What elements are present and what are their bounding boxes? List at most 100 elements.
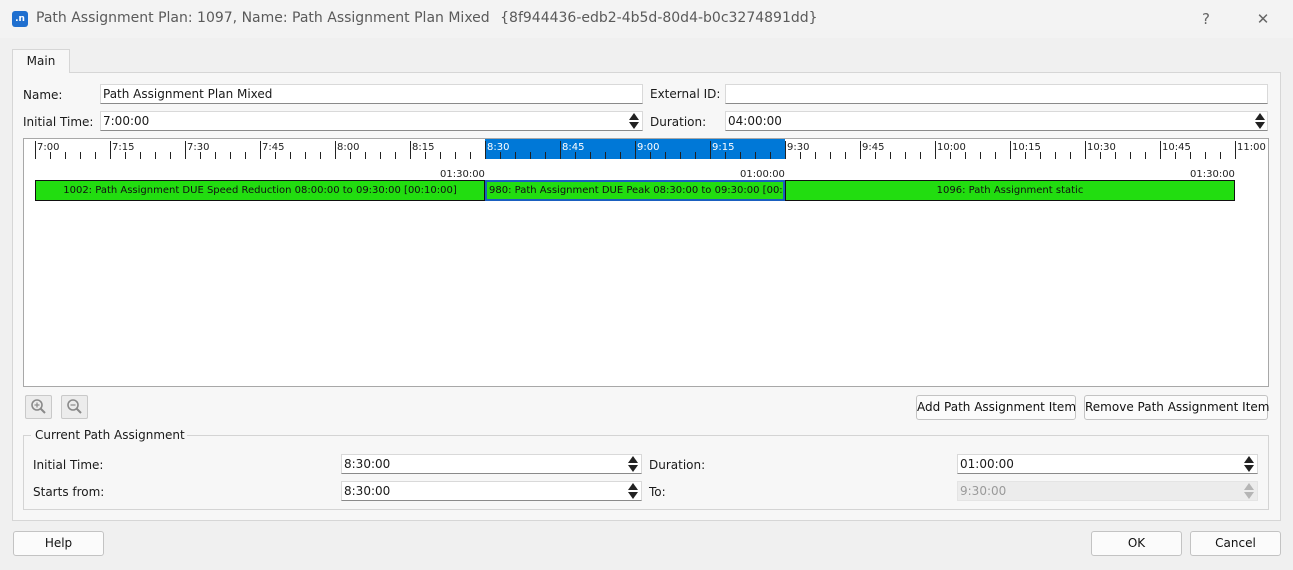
zoom-out-button[interactable] xyxy=(61,395,88,419)
tick-minor xyxy=(575,152,576,159)
tick-minor xyxy=(1175,152,1176,159)
duration-label: Duration: xyxy=(650,115,707,129)
tick-minor xyxy=(170,152,171,159)
tick-minor xyxy=(500,152,501,159)
tick-minor xyxy=(680,152,681,159)
path-assignment-segment[interactable]: 1002: Path Assignment DUE Speed Reductio… xyxy=(35,180,485,201)
duration-spinner[interactable] xyxy=(1254,112,1266,130)
close-icon[interactable]: ✕ xyxy=(1248,8,1278,30)
initial-time-label: Initial Time: xyxy=(23,115,94,129)
tick-minor xyxy=(800,152,801,159)
starts-from-input[interactable]: 8:30:00 xyxy=(341,481,642,501)
tick-minor xyxy=(140,152,141,159)
path-assignment-segment[interactable]: 1096: Path Assignment static xyxy=(785,180,1235,201)
cancel-button[interactable]: Cancel xyxy=(1190,531,1281,556)
tick-minor xyxy=(545,152,546,159)
tick-minor xyxy=(215,152,216,159)
tab-main[interactable]: Main xyxy=(12,49,70,73)
tick-minor xyxy=(905,152,906,159)
current-duration-label: Duration: xyxy=(649,458,706,472)
add-path-assignment-item-button[interactable]: Add Path Assignment Item xyxy=(916,395,1076,420)
tick-minor xyxy=(590,152,591,159)
tick-minor xyxy=(1190,152,1191,159)
tick-minor xyxy=(515,152,516,159)
path-assignment-segment[interactable]: 980: Path Assignment DUE Peak 08:30:00 t… xyxy=(485,180,785,201)
tick-label: 8:15 xyxy=(412,142,435,153)
tick-minor xyxy=(245,152,246,159)
current-initial-time-label: Initial Time: xyxy=(33,458,104,472)
time-ruler[interactable]: 7:00 7:15 7:30 7:45 8:00 8:15 8:30 8:45 9:00 9:15… xyxy=(24,139,1268,161)
tick-minor xyxy=(95,152,96,159)
tick-minor xyxy=(1100,152,1101,159)
segment-duration-label: 01:30:00 xyxy=(1190,169,1235,180)
tick-minor xyxy=(380,152,381,159)
tick-minor xyxy=(740,152,741,159)
group-border-right xyxy=(178,435,1269,436)
tick-minor xyxy=(890,152,891,159)
current-duration-spinner[interactable] xyxy=(1243,455,1255,473)
tick-minor xyxy=(770,152,771,159)
tick-minor xyxy=(845,152,846,159)
tick-label: 9:30 xyxy=(787,142,810,153)
tick-minor xyxy=(830,152,831,159)
tick-minor xyxy=(875,152,876,159)
current-initial-time-input[interactable]: 8:30:00 xyxy=(341,454,642,474)
tick-minor xyxy=(1115,152,1116,159)
tick-minor xyxy=(470,152,471,159)
tick-minor xyxy=(965,152,966,159)
tick-minor xyxy=(980,152,981,159)
initial-time-spinner[interactable] xyxy=(628,112,640,130)
tick-minor xyxy=(200,152,201,159)
current-duration-input[interactable]: 01:00:00 xyxy=(957,454,1258,474)
help-icon[interactable]: ? xyxy=(1191,8,1221,30)
tick-minor xyxy=(365,152,366,159)
tick-minor xyxy=(605,152,606,159)
tick-minor xyxy=(320,152,321,159)
window-title: Path Assignment Plan: 1097, Name: Path A… xyxy=(36,10,818,26)
current-initial-time-spinner[interactable] xyxy=(627,455,639,473)
tick-minor xyxy=(65,152,66,159)
tick-minor xyxy=(815,152,816,159)
tick-minor xyxy=(275,152,276,159)
tick-minor xyxy=(620,152,621,159)
group-border-left xyxy=(23,435,31,436)
remove-path-assignment-item-button[interactable]: Remove Path Assignment Item xyxy=(1084,395,1269,420)
zoom-out-icon xyxy=(67,399,82,414)
help-button[interactable]: Help xyxy=(13,531,104,556)
tick-minor xyxy=(1145,152,1146,159)
tick-minor xyxy=(425,152,426,159)
tick-minor xyxy=(920,152,921,159)
tick-minor xyxy=(665,152,666,159)
external-id-label: External ID: xyxy=(650,87,721,101)
to-spinner xyxy=(1243,482,1255,500)
tick-label: 7:45 xyxy=(262,142,285,153)
tick-minor xyxy=(290,152,291,159)
tick-minor xyxy=(455,152,456,159)
tick-label: 9:45 xyxy=(862,142,885,153)
to-label: To: xyxy=(649,485,666,499)
name-input[interactable]: Path Assignment Plan Mixed xyxy=(100,84,643,104)
app-icon: .n xyxy=(12,11,28,27)
tick-minor xyxy=(125,152,126,159)
tick-minor xyxy=(1070,152,1071,159)
segment-duration-label: 01:00:00 xyxy=(740,169,785,180)
ok-button[interactable]: OK xyxy=(1091,531,1182,556)
tick-minor xyxy=(1040,152,1041,159)
tick-minor xyxy=(440,152,441,159)
tick-label: 9:15 xyxy=(712,142,735,153)
starts-from-spinner[interactable] xyxy=(627,482,639,500)
tick-minor xyxy=(695,152,696,159)
external-id-input[interactable] xyxy=(725,84,1268,104)
tick-minor xyxy=(230,152,231,159)
zoom-in-button[interactable] xyxy=(25,395,52,419)
tick-minor xyxy=(725,152,726,159)
tick-minor xyxy=(50,152,51,159)
tick-minor xyxy=(305,152,306,159)
initial-time-input[interactable]: 7:00:00 xyxy=(100,111,643,131)
zoom-in-icon xyxy=(31,399,46,414)
tick-minor xyxy=(950,152,951,159)
current-path-assignment-title: Current Path Assignment xyxy=(33,428,187,442)
timeline-view[interactable]: 7:00 7:15 7:30 7:45 8:00 8:15 8:30 8:45 9:00 9:15… xyxy=(23,138,1269,387)
to-input: 9:30:00 xyxy=(957,481,1258,501)
duration-input[interactable]: 04:00:00 xyxy=(725,111,1268,131)
